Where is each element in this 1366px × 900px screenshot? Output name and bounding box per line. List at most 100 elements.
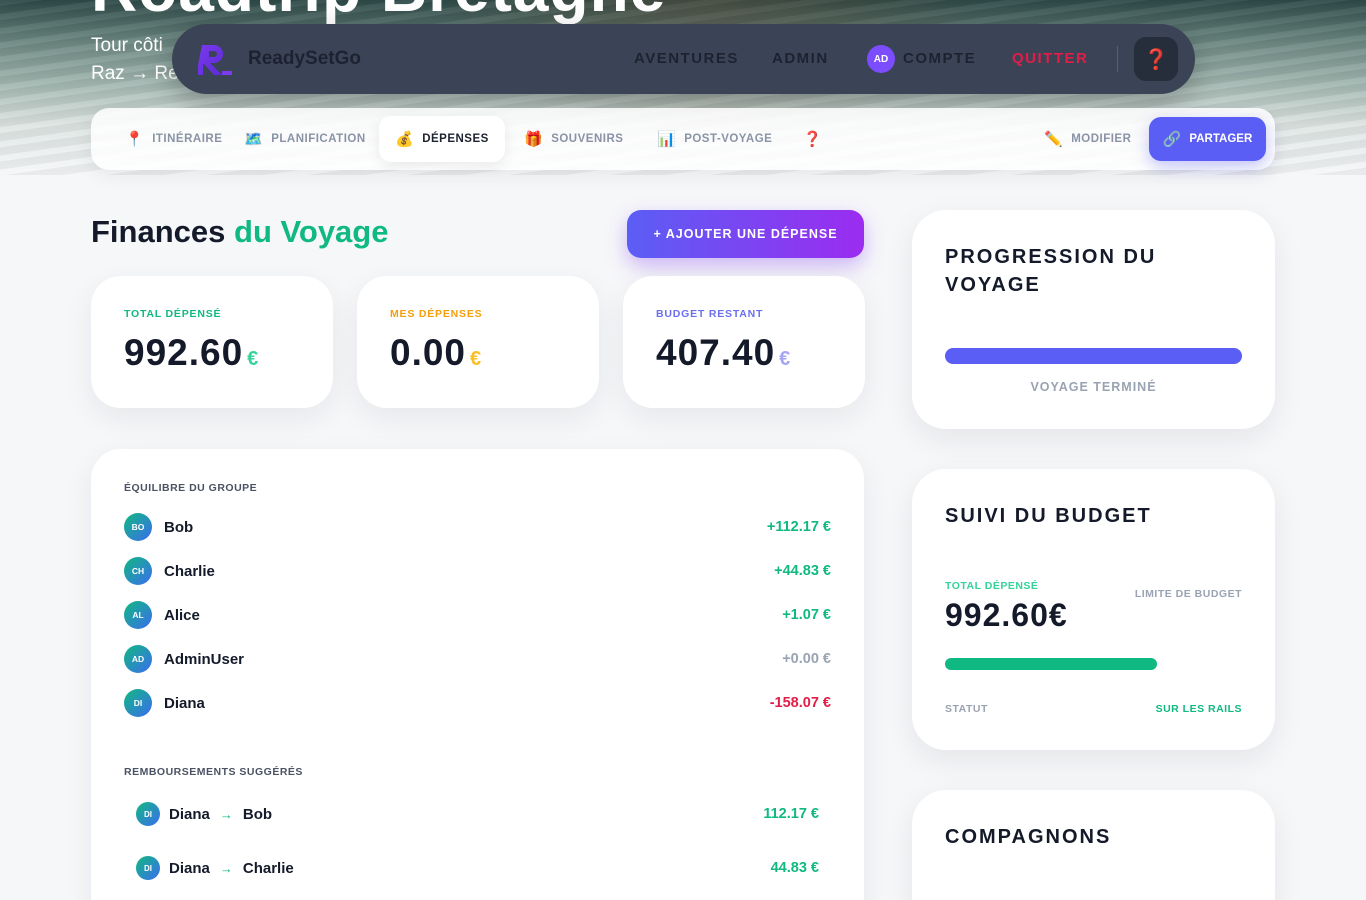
reimbursement-row: DI Diana → Charlie 44.83 € (136, 855, 819, 881)
balance-row: CH Charlie +44.83 € (124, 557, 831, 585)
stat-label: MES DÉPENSES (390, 308, 483, 320)
add-expense-button[interactable]: + AJOUTER UNE DÉPENSE (627, 210, 864, 258)
share-button[interactable]: 🔗 PARTAGER (1149, 117, 1266, 161)
reimbursement-amount: 112.17 € (763, 806, 819, 822)
tab-depenses[interactable]: 💰 DÉPENSES (379, 116, 505, 162)
trip-subtitle-line-1: Tour côti (91, 35, 163, 56)
member-balance: +44.83 € (774, 563, 831, 579)
stat-currency: € (470, 348, 483, 370)
arrow-right-icon: → (219, 806, 233, 822)
question-icon: ❓ (803, 131, 823, 148)
stat-label: BUDGET RESTANT (656, 308, 764, 320)
nav-divider (1117, 46, 1118, 72)
member-balance: +112.17 € (766, 519, 831, 535)
link-icon: 🔗 (1162, 131, 1182, 148)
budget-status-label: STATUT (945, 703, 988, 715)
stat-currency: € (247, 348, 260, 370)
edit-label: MODIFIER (1071, 133, 1132, 145)
share-label: PARTAGER (1189, 133, 1253, 145)
companions-card: COMPAGNONS (912, 790, 1275, 900)
budget-tracking-card: SUIVI DU BUDGET TOTAL DÉPENSÉ LIMITE DE … (912, 469, 1275, 750)
avatar: CH (124, 557, 152, 585)
member-balance: +1.07 € (782, 607, 831, 623)
edit-button[interactable]: ✏️ MODIFIER (1028, 116, 1147, 162)
member-name: Alice (164, 606, 200, 624)
balance-row: AD AdminUser +0.00 € (124, 645, 831, 673)
avatar: DI (124, 689, 152, 717)
progress-bar-fill (945, 348, 1242, 364)
member-balance: -158.07 € (769, 695, 831, 711)
tab-label: DÉPENSES (422, 133, 489, 145)
payer-name: Diana (169, 859, 210, 877)
stat-value: 992.60 € (124, 332, 333, 374)
balance-row: AL Alice +1.07 € (124, 601, 831, 629)
payee-name: Charlie (242, 859, 294, 877)
budget-status-value: SUR LES RAILS (1155, 703, 1242, 715)
avatar: AD (124, 645, 152, 673)
stat-my-expenses: MES DÉPENSES 0.00 € (357, 276, 599, 408)
pencil-icon: ✏️ (1044, 131, 1064, 148)
avatar: BO (124, 513, 152, 541)
member-name: Diana (164, 694, 205, 712)
member-name: Bob (164, 518, 194, 536)
member-balance: +0.00 € (782, 651, 831, 667)
avatar: DI (136, 856, 160, 880)
nav-aventures[interactable]: AVENTURES (634, 50, 739, 67)
stat-total-spent: TOTAL DÉPENSÉ 992.60 € (91, 276, 333, 408)
stat-value: 407.40 € (656, 332, 865, 374)
gift-icon: 🎁 (524, 131, 544, 148)
reimbursement-row: DI Diana → Bob 112.17 € (136, 801, 819, 827)
group-balance-card: ÉQUILIBRE DU GROUPE BO Bob +112.17 € CH … (91, 449, 864, 900)
tab-label: SOUVENIRS (551, 133, 624, 145)
help-button[interactable]: ❓ (1134, 37, 1178, 81)
trip-subtitle-line-2: Raz → Re (91, 63, 179, 84)
trip-tabs: 📍 ITINÉRAIRE 🗺️ PLANIFICATION 💰 DÉPENSES… (91, 108, 1275, 170)
tab-label: POST-VOYAGE (684, 133, 773, 145)
finances-title: Finances du Voyage (91, 214, 388, 250)
stat-remaining-budget: BUDGET RESTANT 407.40 € (623, 276, 865, 408)
stat-amount: 0.00 (390, 332, 467, 373)
tab-souvenirs[interactable]: 🎁 SOUVENIRS (508, 116, 639, 162)
question-icon: ❓ (1143, 48, 1169, 71)
stat-label: TOTAL DÉPENSÉ (124, 308, 222, 320)
group-balance-title: ÉQUILIBRE DU GROUPE (124, 482, 258, 494)
nav-quitter[interactable]: QUITTER (1012, 50, 1088, 67)
nav-compte[interactable]: COMPTE (903, 50, 976, 67)
progress-title: PROGRESSION DU VOYAGE (945, 246, 1157, 296)
reimbursement-amount: 44.83 € (770, 860, 819, 876)
progress-bar (945, 348, 1242, 364)
stat-value: 0.00 € (390, 332, 599, 374)
tab-help[interactable]: ❓ (787, 116, 838, 162)
tab-post-voyage[interactable]: 📊 POST-VOYAGE (641, 116, 788, 162)
finances-title-accent: du Voyage (234, 214, 389, 249)
tab-planification[interactable]: 🗺️ PLANIFICATION (228, 116, 382, 162)
arrow-right-icon: → (219, 860, 233, 876)
trip-title: Roadtrip Bretagne (91, 0, 666, 26)
balance-row: BO Bob +112.17 € (124, 513, 831, 541)
top-navbar: ReadySetGo AVENTURES ADMIN AD COMPTE QUI… (172, 24, 1195, 94)
budget-title: SUIVI DU BUDGET (945, 505, 1152, 527)
member-name: AdminUser (164, 650, 245, 668)
tab-itineraire[interactable]: 📍 ITINÉRAIRE (109, 116, 238, 162)
progress-status: VOYAGE TERMINÉ (1030, 380, 1157, 394)
companions-title: COMPAGNONS (945, 826, 1112, 848)
trip-subtitle: Tour côti Raz → Re (91, 32, 179, 88)
nav-avatar[interactable]: AD (867, 45, 895, 73)
brand-name[interactable]: ReadySetGo (248, 48, 361, 70)
money-bag-icon: 💰 (395, 131, 415, 148)
chart-icon: 📊 (657, 131, 677, 148)
budget-bar-fill (945, 658, 1157, 670)
stat-amount: 407.40 (656, 332, 776, 373)
tab-label: PLANIFICATION (271, 133, 366, 145)
avatar: AL (124, 601, 152, 629)
trip-progress-card: PROGRESSION DU VOYAGE VOYAGE TERMINÉ (912, 210, 1275, 429)
finances-title-main: Finances (91, 214, 226, 249)
member-name: Charlie (164, 562, 215, 580)
tab-label: ITINÉRAIRE (152, 133, 223, 145)
budget-limit-label: LIMITE DE BUDGET (1134, 588, 1242, 600)
stat-amount: 992.60 (124, 332, 244, 373)
brand-logo-icon[interactable] (198, 41, 234, 77)
payer-name: Diana (169, 805, 210, 823)
nav-admin[interactable]: ADMIN (772, 50, 829, 67)
stat-currency: € (779, 348, 792, 370)
